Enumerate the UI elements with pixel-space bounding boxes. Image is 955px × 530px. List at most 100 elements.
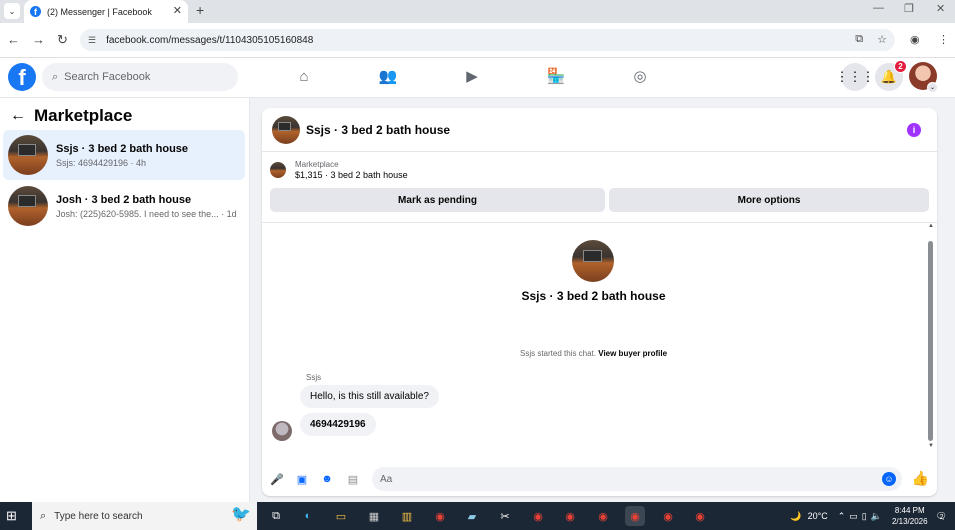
scrollbar-thumb[interactable]: [928, 241, 933, 441]
tray-chevron-icon[interactable]: ⌃: [838, 511, 846, 522]
search-placeholder: Search Facebook: [64, 71, 151, 83]
chrome-icon[interactable]: ◉: [430, 506, 450, 526]
friends-icon[interactable]: 👥: [379, 67, 398, 85]
chat-listing-thumbnail[interactable]: [272, 115, 300, 144]
capcut-icon[interactable]: ✂: [495, 506, 515, 526]
chrome-icon[interactable]: ◉: [690, 506, 710, 526]
system-tray: 🌙 20°C ⌃ ▭ ▯ 🔈 8:44 PM 2/13/2026 🗨 2: [790, 502, 955, 530]
menu-grid-icon[interactable]: ⋮⋮⋮: [836, 63, 875, 91]
cast-icon[interactable]: ⧉: [855, 33, 863, 46]
site-info-icon[interactable]: ☰: [88, 35, 96, 46]
network-icon[interactable]: ▭: [849, 511, 858, 522]
chrome-icon[interactable]: ◉: [528, 506, 548, 526]
tab-close-icon[interactable]: ✕: [173, 4, 182, 17]
file-explorer-icon[interactable]: ▭: [331, 506, 351, 526]
back-arrow-icon[interactable]: ←: [10, 107, 26, 125]
minimize-button[interactable]: —: [873, 2, 884, 14]
message-thread: ▲ ▼ Ssjs · 3 bed 2 bath house Ssjs start…: [262, 222, 937, 462]
temperature[interactable]: 20°C: [808, 511, 828, 521]
notification-center-icon[interactable]: 🗨 2: [936, 511, 947, 522]
taskbar-search-placeholder: Type here to search: [54, 510, 143, 522]
chrome-icon[interactable]: ◉: [625, 506, 645, 526]
app-icon[interactable]: ▦: [364, 506, 384, 526]
chat-title[interactable]: Ssjs · 3 bed 2 bath house: [306, 123, 450, 137]
weather-icon[interactable]: 🌙: [790, 511, 801, 522]
browser-tab[interactable]: f (2) Messenger | Facebook ✕: [24, 0, 188, 23]
message-bubble: Hello, is this still available?: [300, 385, 439, 408]
new-tab-button[interactable]: +: [196, 2, 204, 18]
back-icon[interactable]: ←: [7, 32, 20, 47]
listing-mini-thumbnail: [270, 162, 286, 178]
battery-icon[interactable]: ▯: [862, 511, 867, 522]
facebook-header: f ⌕ Search Facebook ⌂ 👥 ▶ 🏪 ◎ ⋮⋮⋮ 🔔 2 ⌄: [0, 58, 955, 98]
chat-panel: Ssjs · 3 bed 2 bath house i Marketplace …: [262, 108, 937, 496]
listing-thumbnail: [8, 186, 48, 226]
facebook-search-input[interactable]: ⌕ Search Facebook: [42, 63, 238, 91]
maximize-button[interactable]: ❐: [904, 2, 914, 15]
menu-dots-icon[interactable]: ⋮: [938, 33, 949, 46]
chrome-icon[interactable]: ◉: [593, 506, 613, 526]
search-highlight-icon: 🐦: [231, 506, 251, 523]
taskbar-search-input[interactable]: ⌕ Type here to search 🐦: [32, 502, 257, 530]
volume-icon[interactable]: 🔈: [871, 511, 882, 522]
chrome-icon[interactable]: ◉: [560, 506, 580, 526]
conversation-item[interactable]: Josh · 3 bed 2 bath house Josh: (225)620…: [3, 181, 245, 231]
url-text: facebook.com/messages/t/1104305105160848: [106, 34, 314, 46]
forward-icon[interactable]: →: [32, 32, 45, 47]
chat-profile-thumbnail: [572, 240, 614, 282]
url-bar[interactable]: ☰ facebook.com/messages/t/11043051051608…: [80, 29, 895, 51]
listing-price: $1,315 · 3 bed 2 bath house: [295, 170, 408, 180]
store-icon[interactable]: ▥: [397, 506, 417, 526]
clock[interactable]: 8:44 PM 2/13/2026: [892, 505, 928, 527]
search-icon: ⌕: [40, 509, 47, 522]
scroll-up-icon[interactable]: ▲: [928, 223, 934, 229]
clock-date: 2/13/2026: [891, 517, 928, 526]
task-view-icon[interactable]: ⧉: [266, 506, 286, 526]
account-chevron-icon[interactable]: ⌄: [927, 82, 938, 93]
chrome-icon[interactable]: ◉: [658, 506, 678, 526]
app-icon[interactable]: ▰: [462, 506, 482, 526]
browser-tab-bar: ⌄ f (2) Messenger | Facebook ✕ + — ❐ ✕: [0, 0, 955, 23]
groups-icon[interactable]: ◎: [631, 67, 649, 85]
photo-icon[interactable]: ▣: [295, 472, 309, 486]
facebook-favicon-icon: f: [30, 6, 41, 17]
view-buyer-profile-link[interactable]: View buyer profile: [598, 349, 667, 358]
edge-icon[interactable]: ◐: [298, 506, 318, 526]
sender-label: Ssjs: [306, 373, 322, 382]
profile-icon[interactable]: ◉: [910, 33, 920, 46]
marketplace-label: Marketplace: [295, 160, 339, 169]
conversation-name: Ssjs · 3 bed 2 bath house: [56, 142, 189, 155]
sticker-icon[interactable]: ☻: [320, 472, 334, 486]
video-icon[interactable]: ▶: [463, 67, 481, 85]
listing-thumbnail: [8, 135, 48, 175]
notification-badge: 2: [894, 60, 907, 73]
message-composer: 🎤 ▣ ☻ ▤ Aa ☺ 👍: [262, 462, 937, 496]
windows-start-icon[interactable]: ⊞: [6, 508, 17, 524]
microphone-icon[interactable]: 🎤: [270, 472, 284, 486]
gif-icon[interactable]: ▤: [346, 472, 360, 486]
mark-as-pending-button[interactable]: Mark as pending: [270, 188, 605, 212]
composer-placeholder: Aa: [380, 473, 393, 485]
emoji-icon[interactable]: ☺: [882, 472, 896, 486]
info-icon[interactable]: i: [907, 123, 921, 137]
home-icon[interactable]: ⌂: [295, 67, 313, 85]
conversation-preview: Josh: (225)620-5985. I need to see the..…: [56, 208, 237, 219]
scroll-down-icon[interactable]: ▼: [928, 443, 934, 449]
page-body: ← Marketplace Ssjs · 3 bed 2 bath house …: [0, 98, 955, 502]
sidebar-title: Marketplace: [34, 106, 133, 125]
message-input[interactable]: Aa ☺: [372, 467, 902, 491]
windows-taskbar: ⊞ ⌕ Type here to search 🐦 ⧉ ◐ ▭ ▦ ▥ ◉ ▰ …: [0, 502, 955, 530]
more-options-button[interactable]: More options: [609, 188, 929, 212]
thumbs-up-icon[interactable]: 👍: [912, 470, 929, 487]
close-window-button[interactable]: ✕: [936, 2, 945, 15]
tab-search-dropdown[interactable]: ⌄: [4, 3, 20, 19]
reload-icon[interactable]: ↻: [57, 32, 68, 48]
sender-avatar[interactable]: [272, 421, 292, 441]
listing-summary[interactable]: Marketplace $1,315 · 3 bed 2 bath house: [270, 160, 408, 180]
conversation-item[interactable]: Ssjs · 3 bed 2 bath house Ssjs: 46944291…: [3, 130, 245, 180]
facebook-logo[interactable]: f: [8, 63, 36, 91]
bookmark-star-icon[interactable]: ☆: [877, 33, 887, 46]
marketplace-icon[interactable]: 🏪: [547, 67, 566, 85]
chat-center-title: Ssjs · 3 bed 2 bath house: [521, 289, 666, 303]
notifications-bell-icon[interactable]: 🔔 2: [875, 60, 907, 91]
